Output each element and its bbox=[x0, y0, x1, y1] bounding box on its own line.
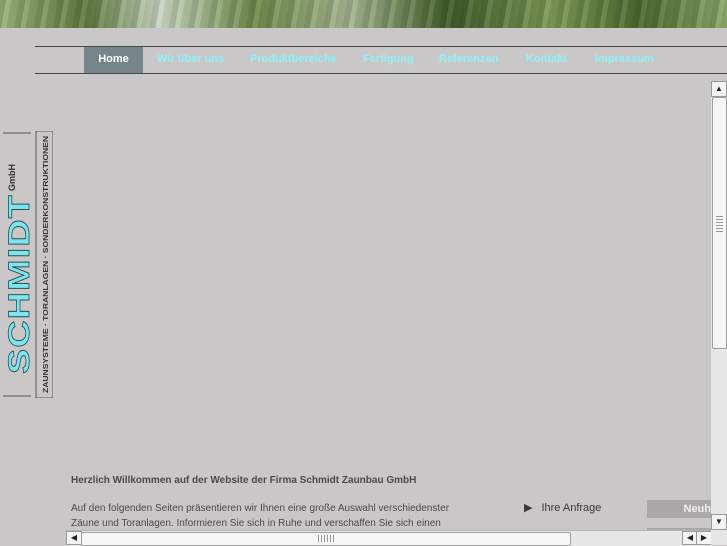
vertical-scroll-thumb[interactable] bbox=[712, 97, 727, 349]
welcome-paragraph-line: Zäune und Toranlagen. Informieren Sie si… bbox=[71, 518, 441, 529]
scroll-right-arrow-icon[interactable]: ▶ bbox=[696, 531, 712, 545]
logo-suffix: GmbH bbox=[7, 164, 17, 191]
nav-item-produktbereiche[interactable]: Produktbereiche bbox=[250, 47, 337, 73]
logo-tagline: ZAUNSYSTEME · TORANLAGEN · SONDERKONSTRU… bbox=[43, 136, 50, 393]
horizontal-scroll-thumb[interactable] bbox=[81, 532, 571, 546]
scrollbar-corner bbox=[711, 530, 727, 545]
news-button[interactable]: Neuh bbox=[647, 500, 713, 518]
welcome-paragraph-line: Auf den folgenden Seiten präsentieren wi… bbox=[71, 503, 450, 514]
welcome-paragraph: Auf den folgenden Seiten präsentieren wi… bbox=[71, 501, 471, 531]
scroll-left-arrow-icon[interactable]: ◀ bbox=[66, 531, 82, 545]
inquiry-link[interactable]: ▶ Ihre Anfrage bbox=[524, 501, 601, 514]
inquiry-label: Ihre Anfrage bbox=[541, 502, 602, 514]
scroll-up-arrow-icon[interactable]: ▲ bbox=[711, 81, 727, 97]
play-triangle-icon: ▶ bbox=[524, 502, 533, 514]
nav-item-referenzen[interactable]: Referenzen bbox=[439, 47, 498, 73]
scroll-down-arrow-icon[interactable]: ▼ bbox=[711, 514, 727, 530]
header-photo bbox=[0, 0, 727, 28]
nav-item-fertigung[interactable]: Fertigung bbox=[363, 47, 414, 73]
company-logo: SCHMIDT GmbH ZAUNSYSTEME · TORANLAGEN · … bbox=[3, 131, 53, 398]
main-navigation: Home Wir über uns Produktbereiche Fertig… bbox=[35, 46, 727, 74]
nav-item-impressum[interactable]: Impressum bbox=[595, 47, 654, 73]
logo-name: SCHMIDT bbox=[3, 194, 36, 374]
nav-item-kontakt[interactable]: Kontakt bbox=[526, 47, 567, 73]
welcome-heading: Herzlich Willkommen auf der Website der … bbox=[71, 475, 417, 486]
horizontal-scrollbar[interactable]: ◀ ◀ ▶ bbox=[66, 530, 712, 546]
vertical-scrollbar[interactable]: ▲ ▼ bbox=[711, 81, 727, 530]
nav-item-wir-ueber-uns[interactable]: Wir über uns bbox=[157, 47, 224, 73]
nav-item-home[interactable]: Home bbox=[84, 47, 143, 73]
